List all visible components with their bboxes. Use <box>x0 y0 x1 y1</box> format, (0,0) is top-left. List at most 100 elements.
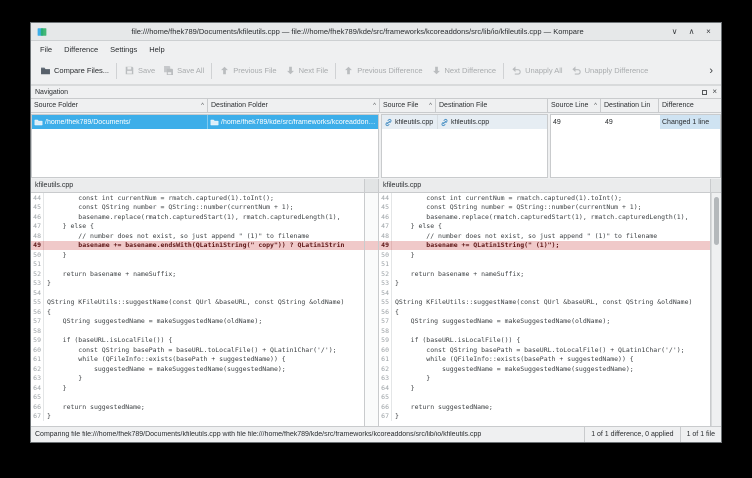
menu-item-settings[interactable]: Settings <box>105 43 142 56</box>
line-number: 65 <box>379 393 392 403</box>
source-code-line-62: 62 suggestedName = makeSuggestedName(sug… <box>31 364 364 374</box>
diff-connector <box>365 193 379 426</box>
minimize-icon[interactable]: ∨ <box>668 27 681 36</box>
menu-item-difference[interactable]: Difference <box>59 43 103 56</box>
toolbar-previous-difference-button[interactable]: Previous Difference <box>339 61 426 80</box>
source-code-pane: 44 const int currentNum = rmatch.capture… <box>31 193 365 426</box>
toolbar-save-button[interactable]: Save <box>120 61 159 80</box>
line-number: 66 <box>31 402 44 412</box>
column-label: Destination Folder <box>211 102 268 109</box>
line-number: 47 <box>31 222 44 232</box>
destination-code-line-53: 53} <box>379 279 710 289</box>
close-dock-icon[interactable]: × <box>712 88 717 96</box>
source-code-line-65: 65 <box>31 393 364 403</box>
line-number: 45 <box>31 203 44 213</box>
toolbar-previous-file-button[interactable]: Previous File <box>215 61 280 80</box>
vertical-scrollbar[interactable] <box>711 193 721 426</box>
destination-code-line-51: 51 <box>379 260 710 270</box>
column-header-destination-lin[interactable]: Destination Lin <box>601 99 659 112</box>
toolbar-next-file-button[interactable]: Next File <box>281 61 333 80</box>
navigation-dock-title: Navigation <box>35 89 68 96</box>
destination-code-line-50: 50 } <box>379 250 710 260</box>
code-text: const QString number = QString::number(c… <box>392 203 642 211</box>
undo-all-icon <box>511 65 522 76</box>
column-header-source-folder[interactable]: Source Folder^ <box>31 99 208 112</box>
code-text: const int currentNum = rmatch.captured(1… <box>44 194 274 202</box>
difference-row[interactable]: 49 49 Changed 1 line <box>551 115 720 129</box>
destination-code-line-60: 60 const QString basePath = baseURL.toLo… <box>379 345 710 355</box>
column-header-difference[interactable]: Difference <box>659 99 721 112</box>
source-code-line-66: 66 return suggestedName; <box>31 402 364 412</box>
folder-icon <box>34 118 43 127</box>
line-number: 51 <box>379 260 392 270</box>
source-pane-header: kfileutils.cpp <box>31 179 365 192</box>
column-header-destination-file[interactable]: Destination File <box>436 99 548 112</box>
folder-row[interactable]: /home/fhek789/Documents/ /home/fhek789/k… <box>32 115 378 129</box>
line-number: 46 <box>379 212 392 222</box>
toolbar-button-label: Unapply All <box>525 66 563 75</box>
column-header-destination-folder[interactable]: Destination Folder ^ <box>208 99 380 112</box>
source-code-line-57: 57 QString suggestedName = makeSuggested… <box>31 317 364 327</box>
code-text: { <box>392 308 399 316</box>
line-number: 44 <box>31 193 44 203</box>
destination-code-line-49-changed[interactable]: 49 basename += QLatin1String(" (1)"); <box>379 241 710 251</box>
navigation-dock-header[interactable]: Navigation × <box>31 85 721 98</box>
column-label: Source File <box>383 102 418 109</box>
difference-cell: Changed 1 line <box>660 115 720 129</box>
undo-icon <box>571 65 582 76</box>
line-number: 54 <box>379 288 392 298</box>
line-number: 49 <box>31 241 44 251</box>
column-header-source-line[interactable]: Source Line^ <box>548 99 601 112</box>
source-code-line-44: 44 const int currentNum = rmatch.capture… <box>31 193 364 203</box>
toolbar-next-difference-button[interactable]: Next Difference <box>427 61 501 80</box>
line-number: 67 <box>31 412 44 422</box>
file-row[interactable]: kfileutils.cpp kfileutils.cpp <box>382 115 547 129</box>
line-number: 44 <box>379 193 392 203</box>
sort-indicator-icon: ^ <box>371 103 376 109</box>
files-list: kfileutils.cpp kfileutils.cpp <box>381 114 548 178</box>
maximize-icon[interactable]: ∧ <box>685 27 698 36</box>
toolbar-compare-files-button[interactable]: Compare Files... <box>36 61 113 80</box>
column-header-source-file[interactable]: Source File^ <box>380 99 436 112</box>
titlebar[interactable]: file:///home/fhek789/Documents/kfileutil… <box>31 23 721 41</box>
code-text: } else { <box>392 222 442 230</box>
code-text: basename.replace(rmatch.capturedStart(1)… <box>392 213 689 221</box>
code-text: } <box>44 374 82 382</box>
float-dock-icon[interactable] <box>702 90 707 95</box>
code-text: } <box>44 251 67 259</box>
line-number: 58 <box>31 326 44 336</box>
line-number: 45 <box>379 203 392 213</box>
line-number: 46 <box>31 212 44 222</box>
differences-list: 49 49 Changed 1 line <box>550 114 721 178</box>
source-code-line-67: 67} <box>31 412 364 422</box>
arrow-down-icon <box>285 65 296 76</box>
source-code-line-49-changed[interactable]: 49 basename += basename.endsWith(QLatin1… <box>31 241 364 251</box>
toolbar-save-all-button[interactable]: Save All <box>159 61 208 80</box>
toolbar-button-label: Previous File <box>233 66 276 75</box>
source-code-line-53: 53} <box>31 279 364 289</box>
toolbar-button-label: Previous Difference <box>357 66 422 75</box>
line-number: 55 <box>379 298 392 308</box>
menu-item-help[interactable]: Help <box>144 43 169 56</box>
line-number: 64 <box>31 383 44 393</box>
close-icon[interactable]: × <box>702 27 715 36</box>
navigation-lists: /home/fhek789/Documents/ /home/fhek789/k… <box>31 113 721 179</box>
toolbar-unapply-all-button[interactable]: Unapply All <box>507 61 567 80</box>
toolbar-overflow-icon[interactable]: › <box>706 65 716 77</box>
scrollbar-thumb[interactable] <box>714 197 719 245</box>
desktop-background: file:///home/fhek789/Documents/kfileutil… <box>0 0 752 478</box>
line-number: 57 <box>379 317 392 327</box>
code-text: return suggestedName; <box>44 403 145 411</box>
link-icon <box>384 118 393 127</box>
toolbar-separator <box>335 63 336 79</box>
source-code-line-52: 52 return basename + nameSuffix; <box>31 269 364 279</box>
folders-list: /home/fhek789/Documents/ /home/fhek789/k… <box>31 114 379 178</box>
toolbar-unapply-difference-button[interactable]: Unapply Difference <box>567 61 653 80</box>
destination-file-cell: kfileutils.cpp <box>437 115 547 129</box>
line-number: 63 <box>379 374 392 384</box>
source-code-line-63: 63 } <box>31 374 364 384</box>
menu-item-file[interactable]: File <box>35 43 57 56</box>
line-number: 57 <box>31 317 44 327</box>
code-text: // number does not exist, so just append… <box>392 232 657 240</box>
menubar: FileDifferenceSettingsHelp <box>31 41 721 57</box>
